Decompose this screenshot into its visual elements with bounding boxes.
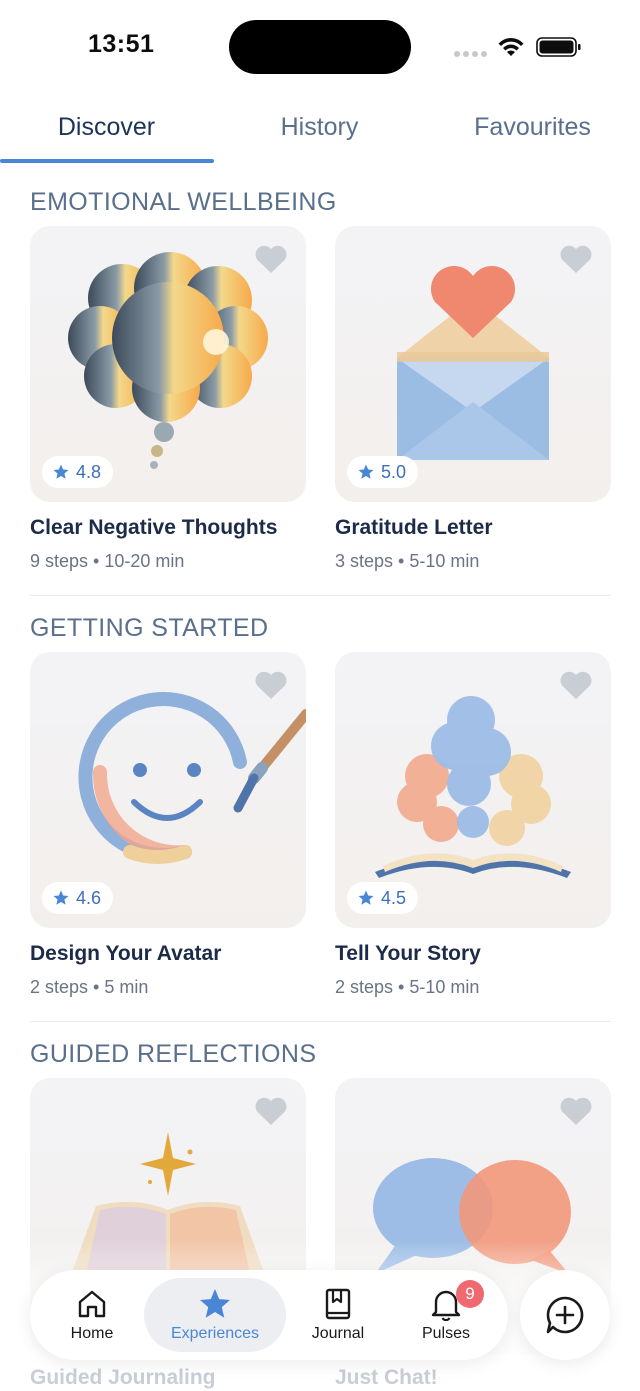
cellular-signal-icon [454,51,487,57]
star-icon [200,1289,230,1318]
rating-badge: 5.0 [347,456,419,488]
rating-value: 5.0 [381,461,407,482]
rating-badge: 4.8 [42,456,114,488]
top-tabs: Discover History Favourites [0,104,640,166]
star-icon [53,464,69,479]
favourite-heart-icon[interactable] [559,1096,593,1126]
card-title[interactable]: Tell Your Story [335,942,481,966]
card-title[interactable]: Design Your Avatar [30,942,221,966]
experience-card-clear-negative-thoughts[interactable]: 4.8 [30,226,306,502]
wifi-icon [498,38,524,56]
star-icon [358,464,374,479]
battery-icon [536,37,581,57]
favourite-heart-icon[interactable] [559,244,593,274]
card-meta: 2 steps • 5-10 min [335,977,480,997]
favourite-heart-icon[interactable] [254,670,288,700]
nav-label: Journal [311,1325,365,1342]
home-icon [78,1290,106,1318]
card-title[interactable]: Clear Negative Thoughts [30,516,277,540]
active-tab-indicator [0,159,214,163]
notification-badge: 9 [456,1280,484,1308]
section-divider [30,1021,611,1022]
tab-discover[interactable]: Discover [0,104,213,160]
journal-icon [325,1288,351,1320]
tab-favourites[interactable]: Favourites [426,104,639,160]
rating-badge: 4.6 [42,882,114,914]
status-bar: 13:51 [0,0,640,96]
rating-badge: 4.5 [347,882,419,914]
nav-label: Home [70,1325,114,1342]
tab-history[interactable]: History [213,104,426,160]
card-title[interactable]: Guided Journaling [30,1366,216,1390]
section-divider [30,595,611,596]
favourite-heart-icon[interactable] [254,1096,288,1126]
bottom-navigation: Home Experiences Journal Pulses 9 [30,1270,508,1360]
star-icon [358,890,374,905]
new-chat-button[interactable] [520,1270,610,1360]
experience-card-tell-your-story[interactable]: 4.5 [335,652,611,928]
nav-experiences[interactable]: Experiences [144,1278,286,1352]
card-meta: 9 steps • 10-20 min [30,551,185,571]
star-icon [53,890,69,905]
nav-home[interactable]: Home [46,1278,138,1352]
chat-plus-icon [546,1296,584,1334]
section-title-getting-started: GETTING STARTED [30,614,269,642]
nav-label: Experiences [170,1325,260,1342]
card-meta: 3 steps • 5-10 min [335,551,480,571]
favourite-heart-icon[interactable] [559,670,593,700]
rating-value: 4.8 [76,461,102,482]
card-title[interactable]: Just Chat! [335,1366,438,1390]
rating-value: 4.5 [381,887,407,908]
nav-journal[interactable]: Journal [292,1278,384,1352]
rating-value: 4.6 [76,887,102,908]
dynamic-island [229,20,411,74]
card-title[interactable]: Gratitude Letter [335,516,493,540]
experience-card-gratitude-letter[interactable]: 5.0 [335,226,611,502]
nav-label: Pulses [421,1325,471,1342]
card-meta: 2 steps • 5 min [30,977,149,997]
section-title-guided-reflections: GUIDED REFLECTIONS [30,1040,317,1068]
status-time: 13:51 [88,30,155,58]
experience-card-design-your-avatar[interactable]: 4.6 [30,652,306,928]
section-title-emotional-wellbeing: EMOTIONAL WELLBEING [30,188,337,216]
favourite-heart-icon[interactable] [254,244,288,274]
